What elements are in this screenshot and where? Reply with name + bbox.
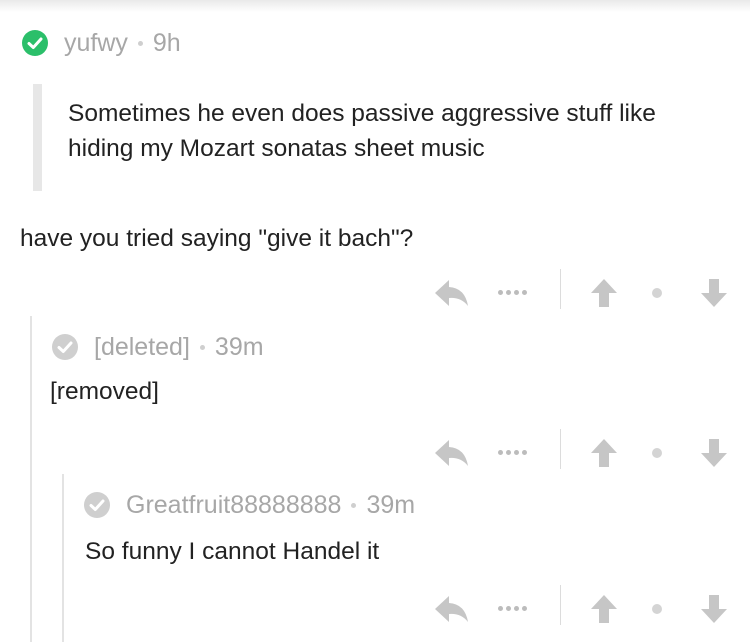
comment-body: have you tried saying "give it bach"?	[20, 225, 414, 252]
vote-dot-icon	[652, 448, 662, 458]
comment-age: 39m	[214, 332, 264, 361]
more-dots-icon[interactable]	[498, 290, 530, 295]
comment-body: So funny I cannot Handel it	[85, 538, 380, 565]
vote-dot-icon	[652, 288, 662, 298]
comment-header: yufwy 9h	[22, 28, 181, 58]
comment-age: 39m	[366, 490, 416, 519]
comment-header: Greatfruit88888888 39m	[84, 490, 415, 520]
comment-header: [deleted] 39m	[52, 332, 264, 362]
quote-bar	[33, 84, 42, 191]
downvote-arrow-icon[interactable]	[700, 278, 728, 313]
upvote-arrow-icon[interactable]	[590, 438, 618, 473]
comment-actions	[434, 585, 734, 629]
quoted-text: Sometimes he even does passive aggressiv…	[68, 100, 656, 162]
comment-actions	[434, 269, 734, 313]
upvote-arrow-icon[interactable]	[590, 594, 618, 629]
comment-body: [removed]	[50, 378, 159, 405]
check-circle-icon[interactable]	[52, 334, 78, 360]
top-shadow	[0, 0, 750, 12]
action-divider	[560, 269, 561, 309]
upvote-arrow-icon[interactable]	[590, 278, 618, 313]
meta-separator	[137, 40, 143, 46]
thread-line	[30, 316, 32, 642]
comment-age: 9h	[152, 28, 181, 57]
reply-arrow-icon[interactable]	[434, 438, 470, 473]
action-divider	[560, 429, 561, 469]
downvote-arrow-icon[interactable]	[700, 594, 728, 629]
check-circle-icon[interactable]	[84, 492, 110, 518]
thread-line	[62, 474, 64, 642]
more-dots-icon[interactable]	[498, 450, 530, 455]
comment-username[interactable]: [deleted]	[94, 333, 190, 362]
reply-arrow-icon[interactable]	[434, 594, 470, 629]
reply-arrow-icon[interactable]	[434, 278, 470, 313]
comment-thread: yufwy 9h Sometimes he even does passive …	[0, 0, 750, 642]
comment-username[interactable]: yufwy	[64, 29, 128, 58]
action-divider	[560, 585, 561, 625]
comment-actions	[434, 429, 734, 473]
more-dots-icon[interactable]	[498, 606, 530, 611]
verified-check-icon[interactable]	[22, 30, 48, 56]
downvote-arrow-icon[interactable]	[700, 438, 728, 473]
meta-separator	[199, 344, 205, 350]
meta-separator	[351, 502, 357, 508]
vote-dot-icon	[652, 604, 662, 614]
comment-username[interactable]: Greatfruit88888888	[126, 491, 341, 520]
